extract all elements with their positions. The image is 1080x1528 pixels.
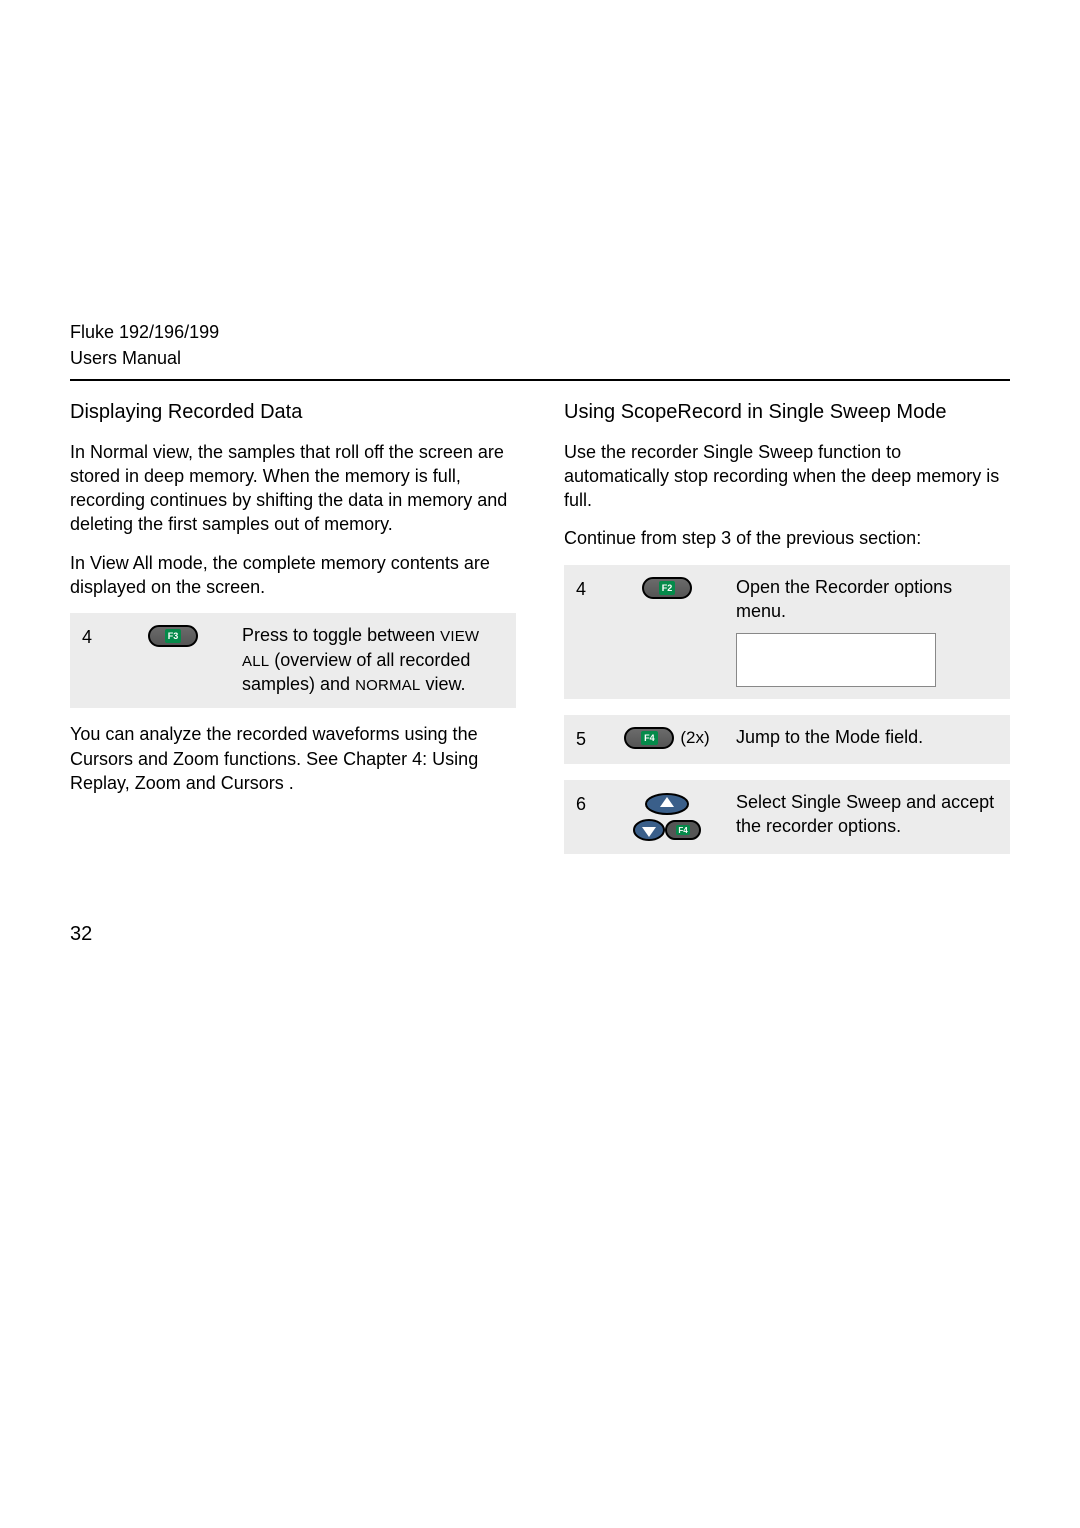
manual-page: Fluke 192/196/199 Users Manual Displayin… [70,320,1010,1448]
content-columns: Displaying Recorded Data In Normal view,… [70,399,1010,868]
right-step-5: 5 F4 (2x) Jump to the Mode field. [564,715,1010,763]
f2-key-icon: F2 [642,577,692,599]
product-line: Fluke 192/196/199 [70,320,1010,344]
left-para-1: In Normal view, the samples that roll of… [70,440,516,537]
left-section-title: Displaying Recorded Data [70,399,516,426]
left-column: Displaying Recorded Data In Normal view,… [70,399,516,868]
step-number: 4 [576,575,598,601]
right-step-6: 6 F4 Select [564,780,1010,854]
step-number: 5 [576,725,598,751]
key-press-count: (2x) [680,727,709,750]
left-para-2: In View All mode, the complete memory co… [70,551,516,600]
subtitle-line: Users Manual [70,346,1010,370]
recorder-menu-screenshot [736,633,936,687]
arrow-down-f4-icon: F4 [632,819,702,841]
step-description: Press to toggle between VIEW ALL (overvi… [242,623,504,696]
step-keys: F2 [612,575,722,599]
step-description: Select Single Sweep and accept the recor… [736,790,998,839]
step-description: Jump to the Mode field. [736,725,998,749]
step-number: 6 [576,790,598,816]
step-keys: F4 (2x) [612,725,722,750]
svg-text:F4: F4 [678,826,688,835]
step-keys: F3 [118,623,228,647]
left-step-4: 4 F3 Press to toggle between VIEW ALL (o… [70,613,516,708]
f3-key-icon: F3 [148,625,198,647]
header-rule [70,379,1010,381]
right-para-2: Continue from step 3 of the previous sec… [564,526,1010,550]
left-para-3: You can analyze the recorded waveforms u… [70,722,516,795]
step-number: 4 [82,623,104,649]
right-step-4: 4 F2 Open the Recorder options menu. [564,565,1010,700]
page-number: 32 [70,921,92,948]
right-steps-group: 4 F2 Open the Recorder options menu. 5 F… [564,565,1010,854]
arrow-up-icon [644,793,690,815]
step-keys: F4 [612,790,722,842]
page-header: Fluke 192/196/199 Users Manual [70,320,1010,381]
right-column: Using ScopeRecord in Single Sweep Mode U… [564,399,1010,868]
right-para-1: Use the recorder Single Sweep function t… [564,440,1010,513]
right-section-title: Using ScopeRecord in Single Sweep Mode [564,399,1010,426]
step-description: Open the Recorder options menu. [736,575,998,688]
f4-key-icon: F4 [624,727,674,749]
